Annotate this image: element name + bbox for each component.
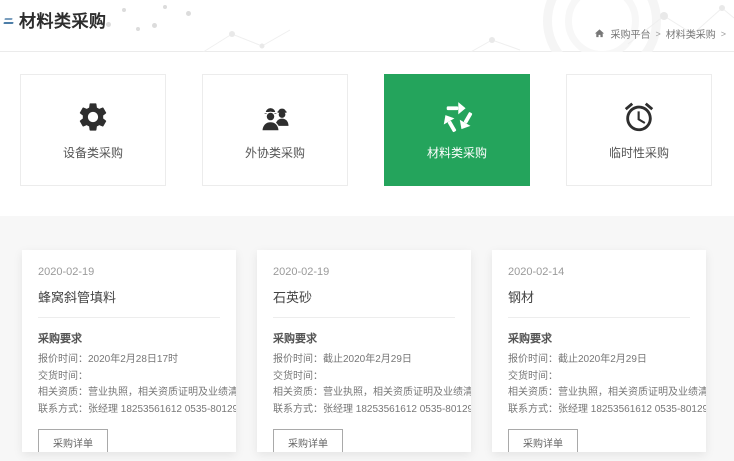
listing-row-qualifications: 相关资质：营业执照，相关资质证明及业绩清单等	[38, 385, 220, 402]
recycle-icon	[439, 99, 476, 135]
category-label: 材料类采购	[427, 144, 487, 161]
category-section: 设备类采购 外协类采购	[0, 52, 734, 216]
breadcrumb-current-link[interactable]: 材料类采购	[666, 26, 716, 41]
detail-button[interactable]: 采购详单	[508, 429, 578, 452]
listing-row-quote-time: 报价时间：2020年2月28日17时	[38, 352, 220, 369]
detail-button[interactable]: 采购详单	[38, 429, 108, 452]
listing-title: 钢材	[508, 287, 690, 306]
category-card-materials[interactable]: 材料类采购	[384, 74, 530, 186]
breadcrumb-separator: >	[721, 29, 726, 39]
detail-button[interactable]: 采购详单	[273, 429, 343, 452]
decorative-dot	[152, 23, 157, 28]
category-card-temporary[interactable]: 临时性采购	[566, 74, 712, 186]
listing-card: 2020-02-14 钢材 采购要求 报价时间：截止2020年2月29日 交货时…	[492, 250, 706, 452]
listing-row-quote-time: 报价时间：截止2020年2月29日	[273, 352, 455, 369]
breadcrumb: 采购平台 > 材料类采购 >	[594, 26, 726, 41]
listing-date: 2020-02-19	[38, 266, 220, 278]
listing-row-delivery-time: 交货时间：	[273, 369, 455, 386]
listing-row-contact: 联系方式：张经理 18253561612 0535-8012972	[508, 402, 690, 419]
breadcrumb-separator: >	[655, 29, 660, 39]
divider	[508, 317, 690, 318]
listing-title: 蜂窝斜管填料	[38, 287, 220, 306]
requirements-heading: 采购要求	[38, 330, 220, 346]
listing-card: 2020-02-19 石英砂 采购要求 报价时间：截止2020年2月29日 交货…	[257, 250, 471, 452]
decorative-dot	[186, 11, 191, 16]
listing-card: 2020-02-19 蜂窝斜管填料 采购要求 报价时间：2020年2月28日17…	[22, 250, 236, 452]
category-label: 设备类采购	[63, 144, 123, 161]
listing-row-delivery-time: 交货时间：	[38, 369, 220, 386]
workers-icon	[257, 99, 293, 135]
category-card-outsourcing[interactable]: 外协类采购	[202, 74, 348, 186]
listing-row-contact: 联系方式：张经理 18253561612 0535-8012972	[38, 402, 220, 419]
listing-row-quote-time: 报价时间：截止2020年2月29日	[508, 352, 690, 369]
alarm-clock-icon	[622, 99, 656, 135]
requirements-heading: 采购要求	[508, 330, 690, 346]
listing-title: 石英砂	[273, 287, 455, 306]
requirements-heading: 采购要求	[273, 330, 455, 346]
decorative-dot	[122, 8, 126, 12]
listing-row-delivery-time: 交货时间：	[508, 369, 690, 386]
listings-section: 2020-02-19 蜂窝斜管填料 采购要求 报价时间：2020年2月28日17…	[0, 216, 734, 461]
decorative-dot	[163, 5, 167, 9]
divider	[273, 317, 455, 318]
category-card-equipment[interactable]: 设备类采购	[20, 74, 166, 186]
listing-date: 2020-02-19	[273, 266, 455, 278]
listing-row-contact: 联系方式：张经理 18253561612 0535-8012972	[273, 402, 455, 419]
listing-date: 2020-02-14	[508, 266, 690, 278]
gear-icon	[76, 99, 110, 135]
page-title: 材料类采购	[19, 7, 107, 32]
breadcrumb-home-link[interactable]: 采购平台	[610, 26, 650, 41]
listing-row-qualifications: 相关资质：营业执照，相关资质证明及业绩清单等	[273, 385, 455, 402]
category-label: 外协类采购	[245, 144, 305, 161]
divider	[38, 317, 220, 318]
page-header: 材料类采购 采购平台 > 材料类采购 >	[0, 0, 734, 52]
home-icon	[594, 28, 605, 39]
decorative-dot	[136, 27, 140, 31]
menu-icon	[3, 18, 14, 24]
listing-row-qualifications: 相关资质：营业执照，相关资质证明及业绩清单等	[508, 385, 690, 402]
category-label: 临时性采购	[609, 144, 669, 161]
